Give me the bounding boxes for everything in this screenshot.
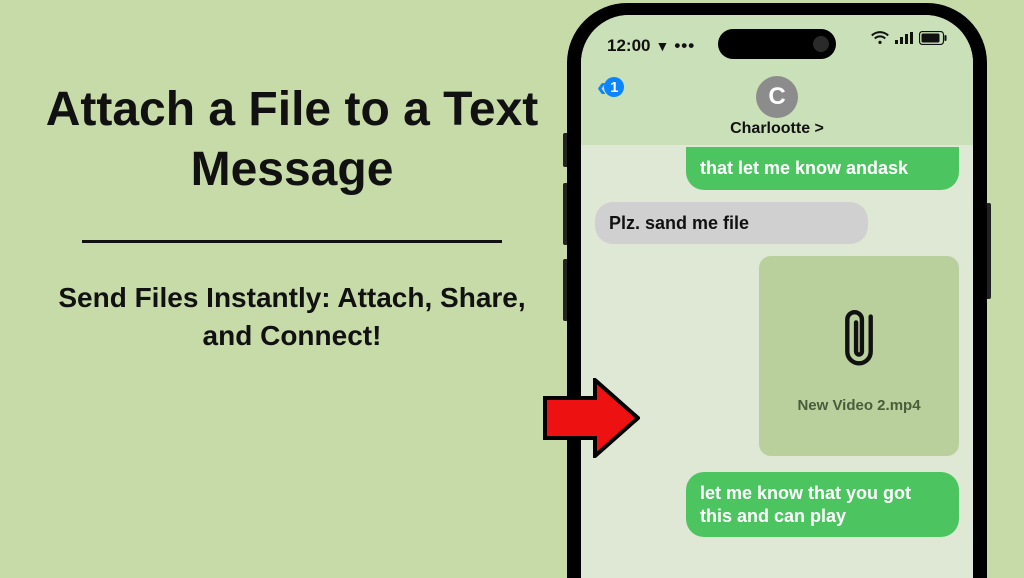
status-more-icon: ••• — [674, 36, 695, 56]
battery-icon — [919, 31, 947, 45]
callout-arrow-icon — [540, 378, 640, 458]
divider — [82, 240, 502, 243]
dynamic-island — [718, 29, 836, 59]
promo-text-panel: Attach a File to a Text Message Send Fil… — [42, 80, 542, 355]
location-icon: ▼ — [655, 38, 669, 54]
back-button[interactable]: ‹ 1 — [597, 71, 624, 103]
message-list: that let me know andask Plz. sand me fil… — [581, 145, 973, 578]
contact-avatar[interactable]: C — [756, 76, 798, 118]
wifi-icon — [871, 31, 889, 45]
file-attachment-card[interactable]: New Video 2.mp4 — [759, 256, 959, 456]
camera-icon — [813, 36, 829, 52]
phone-side-button — [563, 259, 567, 321]
phone-side-button — [563, 133, 567, 167]
message-sent[interactable]: that let me know andask — [686, 147, 959, 190]
paperclip-icon — [829, 299, 889, 375]
status-right — [871, 31, 947, 45]
message-received[interactable]: Plz. sand me file — [595, 202, 868, 245]
contact-name[interactable]: Charlootte > — [730, 120, 824, 138]
promo-title: Attach a File to a Text Message — [42, 80, 542, 200]
attachment-filename: New Video 2.mp4 — [797, 397, 920, 414]
phone-mockup: 12:00 ▼ ••• — [567, 3, 987, 578]
cellular-icon — [895, 32, 913, 44]
chat-header: ‹ 1 C Charlootte > — [581, 65, 973, 145]
phone-screen: 12:00 ▼ ••• — [581, 15, 973, 578]
promo-subtitle: Send Files Instantly: Attach, Share, and… — [42, 279, 542, 355]
phone-side-button — [987, 203, 991, 299]
status-time: 12:00 — [607, 36, 650, 56]
unread-badge: 1 — [604, 77, 624, 97]
phone-side-button — [563, 183, 567, 245]
message-sent[interactable]: let me know that you got this and can pl… — [686, 472, 959, 537]
